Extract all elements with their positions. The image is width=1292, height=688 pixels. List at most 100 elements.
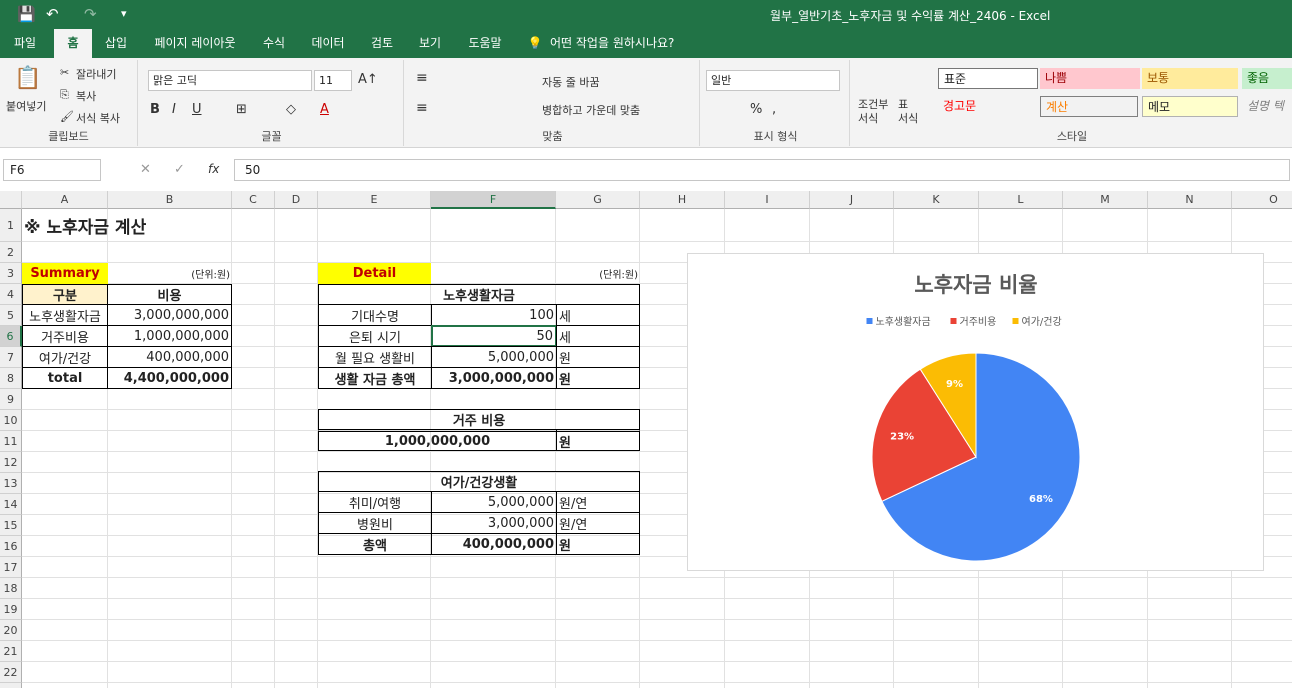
living-row-value[interactable]: 5,000,000	[431, 346, 557, 368]
column-header[interactable]: M	[1063, 191, 1148, 209]
row-header[interactable]: 1	[0, 209, 22, 242]
column-header[interactable]: I	[725, 191, 810, 209]
leisure-row-label[interactable]: 취미/여행	[318, 491, 432, 513]
column-header[interactable]: F	[431, 191, 556, 209]
align-left-icon[interactable]: ≡	[416, 100, 428, 116]
row-header[interactable]: 5	[0, 305, 22, 326]
row-header[interactable]: 15	[0, 515, 22, 536]
row-header[interactable]: 21	[0, 641, 22, 662]
style-bad[interactable]: 나쁨	[1040, 68, 1140, 89]
font-color-icon[interactable]: A	[320, 102, 329, 117]
bold-icon[interactable]: B	[150, 102, 160, 117]
pie-chart[interactable]: 노후자금 비율 노후생활자금 거주비용 여가/건강 68% 23% 9%	[687, 253, 1264, 571]
tab-data[interactable]: 데이터	[304, 29, 352, 58]
row-header[interactable]: 8	[0, 368, 22, 389]
column-header[interactable]: O	[1232, 191, 1292, 209]
number-format-select[interactable]: 일반	[706, 70, 840, 91]
summary-unit[interactable]: (단위:원)	[108, 263, 232, 284]
living-row-label[interactable]: 은퇴 시기	[318, 325, 432, 347]
leisure-row-label[interactable]: 병원비	[318, 512, 432, 534]
fill-color-icon[interactable]: ◇	[286, 102, 296, 117]
leisure-row-value[interactable]: 5,000,000	[431, 491, 557, 513]
summary-total-label[interactable]: total	[22, 367, 108, 389]
copy-button[interactable]: 복사	[76, 88, 96, 104]
worksheet-grid[interactable]: A B C D E F G H I J K L M N O 1234567891…	[0, 191, 1292, 688]
column-header[interactable]: L	[979, 191, 1063, 209]
column-header[interactable]: A	[22, 191, 108, 209]
redo-icon[interactable]: ↷	[84, 5, 97, 23]
leisure-total-label[interactable]: 총액	[318, 533, 432, 555]
living-header[interactable]: 노후생활자금	[318, 284, 640, 305]
cut-button[interactable]: 잘라내기	[76, 66, 116, 82]
row-header[interactable]: 2	[0, 242, 22, 263]
living-row-label[interactable]: 월 필요 생활비	[318, 346, 432, 368]
living-total-value[interactable]: 3,000,000,000	[431, 367, 557, 389]
sheet-title[interactable]: ※ 노후자금 계산	[22, 209, 242, 242]
tab-page-layout[interactable]: 페이지 레이아웃	[146, 29, 244, 58]
font-name-select[interactable]: 맑은 고딕	[148, 70, 312, 91]
summary-tag[interactable]: Summary	[22, 263, 108, 284]
format-painter-icon[interactable]: 🖌	[60, 110, 74, 123]
row-header[interactable]: 7	[0, 347, 22, 368]
underline-icon[interactable]: U	[192, 102, 202, 117]
row-header[interactable]: 4	[0, 284, 22, 305]
tab-home[interactable]: 홈	[54, 29, 92, 58]
paste-icon[interactable]: 📋	[14, 66, 41, 91]
row-header[interactable]: 9	[0, 389, 22, 410]
cancel-icon[interactable]: ✕	[140, 162, 151, 177]
align-top-icon[interactable]: ≡	[416, 70, 428, 86]
active-cell-F6[interactable]: 50	[431, 325, 557, 347]
living-row-label[interactable]: 기대수명	[318, 304, 432, 326]
wrap-text-button[interactable]: 자동 줄 바꿈	[542, 74, 600, 90]
row-header[interactable]: 3	[0, 263, 22, 284]
function-icon[interactable]: fx	[208, 162, 219, 176]
summary-header-category[interactable]: 구분	[22, 284, 108, 305]
detail-unit[interactable]: (단위:원)	[556, 263, 640, 284]
summary-row-value[interactable]: 400,000,000	[107, 346, 232, 368]
row-header[interactable]: 23	[0, 683, 22, 688]
column-header[interactable]: N	[1148, 191, 1232, 209]
row-header[interactable]: 20	[0, 620, 22, 641]
leisure-total-unit[interactable]: 원	[556, 533, 640, 555]
row-header[interactable]: 13	[0, 473, 22, 494]
tab-formulas[interactable]: 수식	[254, 29, 294, 58]
housing-header[interactable]: 거주 비용	[318, 409, 640, 430]
living-total-unit[interactable]: 원	[556, 367, 640, 389]
leisure-total-value[interactable]: 400,000,000	[431, 533, 557, 555]
summary-row-label[interactable]: 여가/건강	[22, 346, 108, 368]
format-painter-button[interactable]: 서식 복사	[76, 110, 120, 126]
style-note[interactable]: 메모	[1142, 96, 1238, 117]
summary-row-label[interactable]: 거주비용	[22, 325, 108, 347]
cut-icon[interactable]: ✂	[60, 66, 69, 79]
living-row-unit[interactable]: 원	[556, 346, 640, 368]
summary-total-value[interactable]: 4,400,000,000	[107, 367, 232, 389]
name-box[interactable]: F6	[3, 159, 101, 181]
percent-icon[interactable]: %	[750, 102, 762, 117]
tell-me-search[interactable]: 어떤 작업을 원하시나요?	[550, 29, 690, 58]
row-header[interactable]: 22	[0, 662, 22, 683]
living-total-label[interactable]: 생활 자금 총액	[318, 367, 432, 389]
summary-row-value[interactable]: 3,000,000,000	[107, 304, 232, 326]
row-header[interactable]: 16	[0, 536, 22, 557]
merge-center-button[interactable]: 병합하고 가운데 맞춤	[542, 102, 640, 118]
column-header[interactable]: E	[318, 191, 431, 209]
tab-help[interactable]: 도움말	[460, 29, 510, 58]
column-header[interactable]: C	[232, 191, 275, 209]
paste-button[interactable]: 붙여넣기	[6, 98, 46, 114]
style-good[interactable]: 좋음	[1242, 68, 1292, 89]
select-all-corner[interactable]	[0, 191, 22, 209]
row-header[interactable]: 11	[0, 431, 22, 452]
row-header[interactable]: 10	[0, 410, 22, 431]
format-table-button[interactable]: 표 서식	[898, 98, 918, 126]
summary-row-label[interactable]: 노후생활자금	[22, 304, 108, 326]
leisure-header[interactable]: 여가/건강생활	[318, 471, 640, 492]
save-icon[interactable]: 💾	[17, 5, 36, 23]
style-normal[interactable]: 표준	[938, 68, 1038, 89]
summary-row-value[interactable]: 1,000,000,000	[107, 325, 232, 347]
living-row-unit[interactable]: 세	[556, 304, 640, 326]
row-header[interactable]: 19	[0, 599, 22, 620]
row-header[interactable]: 12	[0, 452, 22, 473]
leisure-row-unit[interactable]: 원/연	[556, 512, 640, 534]
row-header[interactable]: 17	[0, 557, 22, 578]
undo-icon[interactable]: ↶	[46, 5, 59, 23]
